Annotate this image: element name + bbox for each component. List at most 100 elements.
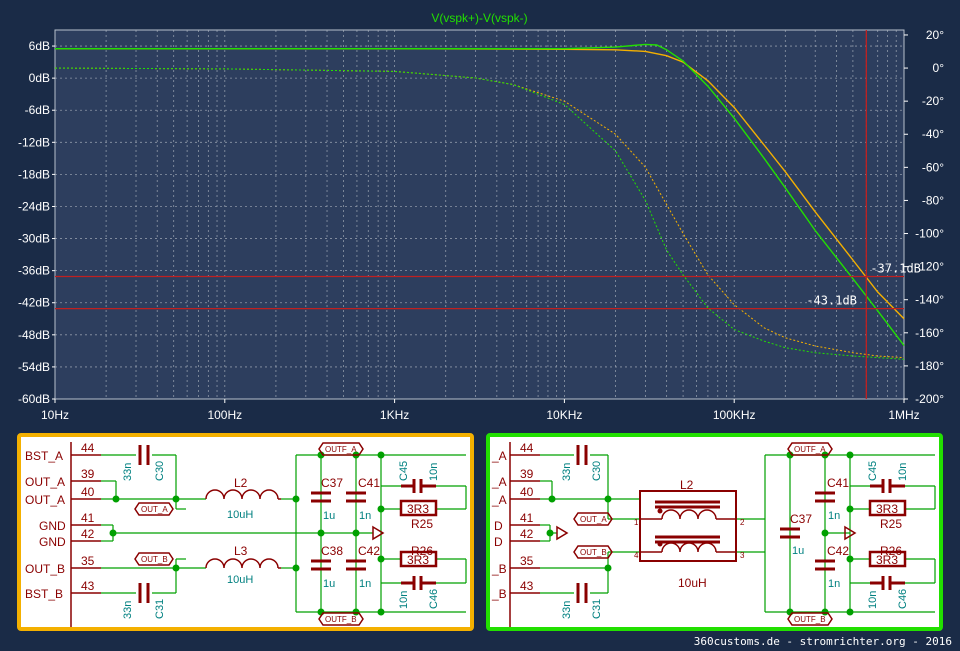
ref-c31: C31: [154, 599, 166, 619]
value-c45: 10n: [428, 463, 440, 481]
pin-num-41: 41: [81, 511, 95, 525]
value-r-c37: 1u: [792, 545, 804, 557]
value-c41: 1n: [359, 510, 371, 522]
y2-tick-label: -80°: [922, 193, 944, 207]
tag-r-out-b: OUT_B: [580, 548, 607, 557]
ref-c38: C38: [321, 544, 343, 558]
ref-r-l2: L2: [680, 478, 694, 492]
value-c42: 1n: [359, 578, 371, 590]
y-tick-label: 0dB: [29, 71, 50, 85]
tag-outf-b: OUTF_B: [325, 615, 357, 624]
value-r25: 3R3: [407, 502, 429, 516]
ref-c30: C30: [154, 461, 166, 481]
pin-num-39: 39: [81, 467, 95, 481]
value-r-r25: 3R3: [876, 502, 898, 516]
ref-c42: C42: [358, 544, 380, 558]
ref-r-c41: C41: [827, 476, 849, 490]
l2-pin-1: 1: [634, 518, 639, 527]
value-c37: 1u: [323, 510, 335, 522]
ref-r-c46: C46: [897, 589, 909, 609]
value-r-c30: 33n: [561, 463, 573, 481]
pin-num-43: 43: [81, 579, 95, 593]
x-tick-label: 10Hz: [41, 408, 69, 422]
value-c46: 10n: [398, 591, 410, 609]
y-tick-label: -24dB: [18, 199, 50, 213]
y-tick-label: -48dB: [18, 328, 50, 342]
pin-label-out-a-2: OUT_A: [25, 493, 65, 507]
x-tick-label: 1MHz: [888, 408, 919, 422]
x-tick-label: 10KHz: [546, 408, 582, 422]
value-r-c42: 1n: [828, 578, 840, 590]
ref-c45: C45: [398, 461, 410, 481]
pin-num-r-41: 41: [520, 511, 534, 525]
bode-plot: 6dB 0dB -6dB -12dB -18dB -24dB -30dB -36dB -42dB…: [18, 11, 944, 422]
pin-label-r-35: _B: [491, 562, 507, 576]
value-r-c45: 10n: [897, 463, 909, 481]
ref-l3: L3: [234, 544, 248, 558]
plot-area: [55, 30, 904, 399]
y-tick-label: -36dB: [18, 264, 50, 278]
y2-tick-label: -200°: [915, 392, 944, 406]
pin-num-r-39: 39: [520, 467, 534, 481]
x-tick-label: 1KHz: [380, 408, 409, 422]
y-tick-label: -54dB: [18, 360, 50, 374]
x-tick-label: 100KHz: [713, 408, 756, 422]
value-r-l2: 10uH: [678, 576, 707, 590]
ref-r-c42: C42: [827, 544, 849, 558]
ref-r-c45: C45: [867, 461, 879, 481]
tag-r-outf-a: OUTF_A: [794, 445, 826, 454]
tag-out-a: OUT_A: [141, 505, 168, 514]
y2-tick-label: -180°: [915, 359, 944, 373]
pin-num-42: 42: [81, 527, 95, 541]
y2-tick-label: -160°: [915, 326, 944, 340]
l2-pin-2: 2: [740, 518, 745, 527]
ref-r-c30: C30: [591, 461, 603, 481]
chart-title: V(vspk+)-V(vspk-): [431, 11, 527, 25]
y-tick-label: -42dB: [18, 296, 50, 310]
pin-label-bst-a: BST_A: [25, 449, 63, 463]
value-r-c46: 10n: [867, 591, 879, 609]
pin-label-r-40: _A: [491, 493, 507, 507]
y-tick-label: -30dB: [18, 232, 50, 246]
value-r-c31: 33n: [561, 601, 573, 619]
value-r-c41: 1n: [828, 510, 840, 522]
tag-r-out-a: OUT_A: [580, 515, 607, 524]
pin-label-bst-b: BST_B: [25, 587, 63, 601]
pin-num-44: 44: [81, 441, 95, 455]
value-c31: 33n: [122, 601, 134, 619]
value-c38: 1u: [323, 578, 335, 590]
value-c30: 33n: [122, 463, 134, 481]
pin-num-r-42: 42: [520, 527, 534, 541]
l2-pin-4: 4: [634, 551, 639, 560]
schematic-panel-two-inductors: BST_A 44 OUT_A 39 OUT_A 40 GND 41 GND 42…: [17, 433, 474, 631]
ref-c41: C41: [358, 476, 380, 490]
y-tick-label: -12dB: [18, 135, 50, 149]
y2-tick-label: -40°: [922, 127, 944, 141]
cursor-readout: -37.1dB: [870, 262, 921, 276]
value-l3: 10uH: [227, 574, 253, 586]
y-tick-label: -6dB: [25, 103, 50, 117]
y-tick-label: 6dB: [29, 39, 50, 53]
value-l2: 10uH: [227, 509, 253, 521]
pin-label-gnd-1: GND: [39, 519, 66, 533]
ref-r-c31: C31: [591, 599, 603, 619]
ref-r25: R25: [411, 517, 433, 531]
pin-num-r-43: 43: [520, 579, 534, 593]
y2-tick-label: -20°: [922, 94, 944, 108]
pin-label-gnd-2: GND: [39, 535, 66, 549]
pin-label-r-42: D: [494, 535, 503, 549]
ref-l2: L2: [234, 476, 248, 490]
y2-tick-label: -140°: [915, 293, 944, 307]
ref-r-c37: C37: [790, 512, 812, 526]
pin-label-r-39: _A: [491, 475, 507, 489]
y2-tick-label: -100°: [915, 227, 944, 241]
pin-num-r-40: 40: [520, 485, 534, 499]
schematic-left-drawing: BST_A 44 OUT_A 39 OUT_A 40 GND 41 GND 42…: [25, 441, 467, 627]
ref-r-r25: R25: [880, 517, 902, 531]
footer-credit: 360customs.de - stromrichter.org - 2016: [693, 635, 952, 648]
tag-out-b: OUT_B: [141, 555, 168, 564]
y-tick-label: -60dB: [18, 392, 50, 406]
pin-num-r-35: 35: [520, 554, 534, 568]
schematic-right-drawing: _A 44 _A 39 _A 40 D 41 D 42 _B 35 _B 43: [491, 441, 936, 627]
y2-tick-label: 20°: [926, 28, 944, 42]
